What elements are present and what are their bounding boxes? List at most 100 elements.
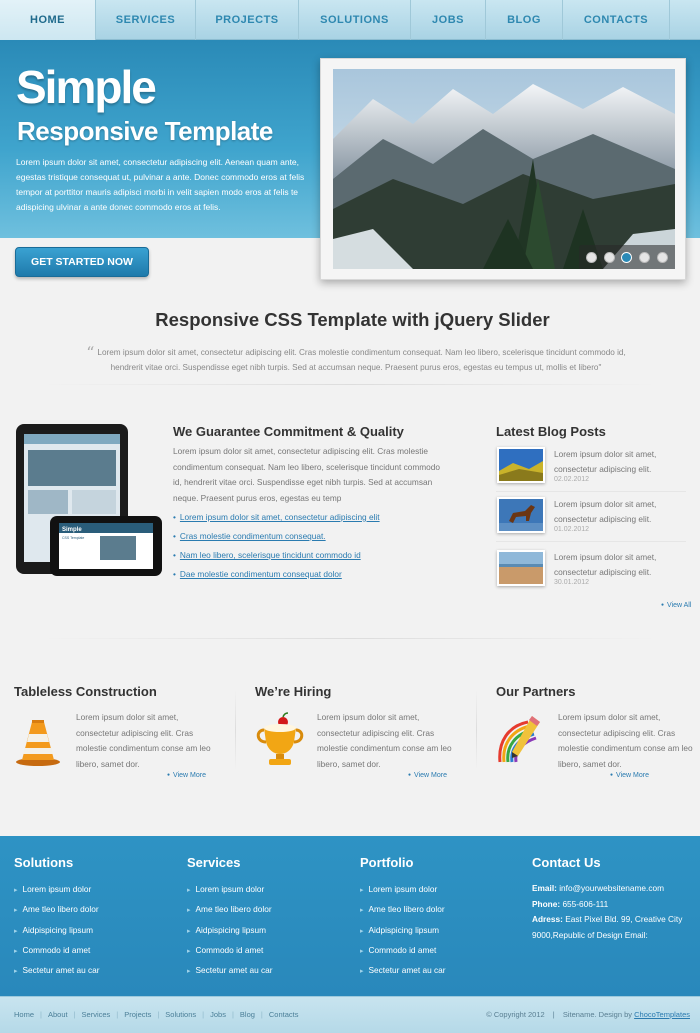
trophy-icon bbox=[254, 712, 306, 768]
contact-email-label: Email: bbox=[532, 883, 557, 893]
blog-post-date: 30.01.2012 bbox=[554, 579, 590, 586]
intro-title: Responsive CSS Template with jQuery Slid… bbox=[155, 309, 550, 330]
bottom-nav: Home | About | Services | Projects | Solutio… bbox=[14, 1010, 299, 1019]
tablet-phone-icon: Simple CSS Template bbox=[16, 424, 162, 576]
bottom-link-jobs[interactable]: Jobs bbox=[210, 1010, 226, 1019]
guarantee-title: We Guarantee Commitment & Quality bbox=[173, 424, 404, 439]
footer-title-contact: Contact Us bbox=[532, 855, 601, 870]
guarantee-link-4[interactable]: Dae molestie condimentum consequat dolor bbox=[173, 565, 380, 584]
view-more-link[interactable]: View More bbox=[610, 772, 649, 779]
footer-link[interactable]: Lorem ipsum dolor bbox=[14, 880, 100, 900]
image-slider bbox=[320, 58, 686, 280]
footer-list-portfolio: Lorem ipsum dolor Ame tleo libero dolor … bbox=[360, 880, 446, 981]
slider-dot-4[interactable] bbox=[639, 251, 651, 263]
footer-title-solutions: Solutions bbox=[14, 855, 74, 870]
main-nav: HOME SERVICES PROJECTS SOLUTIONS JOBS BL… bbox=[0, 0, 700, 40]
blog-post[interactable]: Lorem ipsum dolor sit amet, consectetur … bbox=[496, 497, 686, 542]
footer-link[interactable]: Sectetur amet au car bbox=[187, 961, 273, 981]
intro-quote: “Lorem ipsum dolor sit amet, consectetur… bbox=[76, 345, 636, 375]
blog-post-text: Lorem ipsum dolor sit amet, consectetur … bbox=[554, 449, 657, 474]
brand-link[interactable]: ChocoTemplates bbox=[634, 1010, 690, 1019]
guarantee-link-2[interactable]: Cras molestie condimentum consequat. bbox=[173, 527, 380, 546]
hills-thumbnail-icon bbox=[499, 449, 543, 481]
footer-link[interactable]: Ame tleo libero dolor bbox=[360, 900, 446, 920]
hero-subtitle: Responsive Template bbox=[17, 116, 273, 146]
footer-link[interactable]: Sectetur amet au car bbox=[360, 961, 446, 981]
traffic-cone-icon bbox=[14, 716, 66, 772]
intro-quote-text: Lorem ipsum dolor sit amet, consectetur … bbox=[97, 348, 626, 372]
bottom-link-about[interactable]: About bbox=[48, 1010, 68, 1019]
slider-dot-3[interactable] bbox=[621, 251, 633, 263]
nav-home[interactable]: HOME bbox=[0, 0, 96, 40]
feature-title: Our Partners bbox=[496, 684, 576, 699]
column-divider bbox=[476, 690, 477, 770]
footer-link[interactable]: Commodo id amet bbox=[187, 941, 273, 961]
horse-thumbnail-icon bbox=[499, 499, 543, 531]
bottom-link-home[interactable]: Home bbox=[14, 1010, 34, 1019]
contact-email-value[interactable]: info@yourwebsitename.com bbox=[559, 883, 664, 893]
footer-title-portfolio: Portfolio bbox=[360, 855, 414, 870]
contact-phone: Phone: 655-606-111 bbox=[532, 897, 692, 913]
blog-post-date: 01.02.2012 bbox=[554, 526, 590, 533]
bottom-link-solutions[interactable]: Solutions bbox=[165, 1010, 196, 1019]
footer-title-services: Services bbox=[187, 855, 241, 870]
footer-link[interactable]: Lorem ipsum dolor bbox=[360, 880, 446, 900]
guarantee-link-list: Lorem ipsum dolor sit amet, consectetur … bbox=[173, 508, 380, 584]
slider-dot-1[interactable] bbox=[586, 251, 598, 263]
footer-link[interactable]: Ame tleo libero dolor bbox=[14, 900, 100, 920]
get-started-button[interactable]: GET STARTED NOW bbox=[15, 247, 149, 277]
hero-text: Lorem ipsum dolor sit amet, consectetur … bbox=[16, 157, 305, 212]
bottom-link-services[interactable]: Services bbox=[82, 1010, 111, 1019]
column-divider bbox=[235, 690, 236, 770]
feature-text: Lorem ipsum dolor sit amet, consectetur … bbox=[317, 712, 452, 769]
blog-post[interactable]: Lorem ipsum dolor sit amet, consectetur … bbox=[496, 447, 686, 492]
feature-text: Lorem ipsum dolor sit amet, consectetur … bbox=[558, 712, 693, 769]
hero-title: Simple bbox=[16, 61, 157, 113]
nav-services[interactable]: SERVICES bbox=[96, 0, 196, 40]
footer-link[interactable]: Lorem ipsum dolor bbox=[187, 880, 273, 900]
footer-link[interactable]: Aidpispicing lipsum bbox=[187, 921, 273, 941]
footer-link[interactable]: Sectetur amet au car bbox=[14, 961, 100, 981]
nav-contacts[interactable]: CONTACTS bbox=[563, 0, 670, 40]
view-more-link[interactable]: View More bbox=[408, 772, 447, 779]
blog-post-text: Lorem ipsum dolor sit amet, consectetur … bbox=[554, 499, 657, 524]
contact-email: Email: info@yourwebsitename.com bbox=[532, 881, 692, 897]
bottom-link-contacts[interactable]: Contacts bbox=[269, 1010, 299, 1019]
blog-title: Latest Blog Posts bbox=[496, 424, 606, 439]
guarantee-link-1[interactable]: Lorem ipsum dolor sit amet, consectetur … bbox=[173, 508, 380, 527]
slider-image-mountains bbox=[333, 69, 675, 269]
slider-dot-2[interactable] bbox=[603, 251, 615, 263]
footer-list-services: Lorem ipsum dolor Ame tleo libero dolor … bbox=[187, 880, 273, 981]
slider-dot-5[interactable] bbox=[656, 251, 668, 263]
blog-post-text: Lorem ipsum dolor sit amet, consectetur … bbox=[554, 552, 657, 577]
device-screen-subtitle: CSS Template bbox=[62, 536, 84, 540]
contact-phone-value: 655-606-111 bbox=[562, 899, 609, 909]
guarantee-link-3[interactable]: Nam leo libero, scelerisque tincidunt co… bbox=[173, 546, 380, 565]
footer-list-solutions: Lorem ipsum dolor Ame tleo libero dolor … bbox=[14, 880, 100, 981]
nav-blog[interactable]: BLOG bbox=[486, 0, 563, 40]
device-screen-title: Simple bbox=[62, 527, 82, 533]
blog-post[interactable]: Lorem ipsum dolor sit amet, consectetur … bbox=[496, 550, 686, 595]
feature-text: Lorem ipsum dolor sit amet, consectetur … bbox=[76, 712, 211, 769]
blog-thumb-hills bbox=[497, 447, 545, 483]
footer-link[interactable]: Ame tleo libero dolor bbox=[187, 900, 273, 920]
view-more-link[interactable]: View More bbox=[167, 772, 206, 779]
nav-jobs[interactable]: JOBS bbox=[411, 0, 486, 40]
footer-link[interactable]: Commodo id amet bbox=[14, 941, 100, 961]
slider-pagination bbox=[579, 245, 675, 269]
nav-solutions[interactable]: SOLUTIONS bbox=[299, 0, 411, 40]
section-divider bbox=[40, 384, 660, 385]
view-all-link[interactable]: View All bbox=[661, 602, 691, 609]
pencil-arc-icon bbox=[494, 712, 546, 768]
footer-link[interactable]: Aidpispicing lipsum bbox=[14, 921, 100, 941]
footer-link[interactable]: Aidpispicing lipsum bbox=[360, 921, 446, 941]
copyright: © Copyright 2012 | Sitename. Design by C… bbox=[486, 1010, 690, 1019]
blog-thumb-horse bbox=[497, 497, 545, 533]
devices-image: Simple CSS Template bbox=[12, 420, 162, 585]
contact-address: Adress: East Pixel Bld. 99, Creative Cit… bbox=[532, 912, 692, 943]
sitename-text: Sitename. Design by bbox=[562, 1010, 633, 1019]
footer-link[interactable]: Commodo id amet bbox=[360, 941, 446, 961]
bottom-link-projects[interactable]: Projects bbox=[124, 1010, 151, 1019]
nav-projects[interactable]: PROJECTS bbox=[196, 0, 299, 40]
bottom-link-blog[interactable]: Blog bbox=[240, 1010, 255, 1019]
